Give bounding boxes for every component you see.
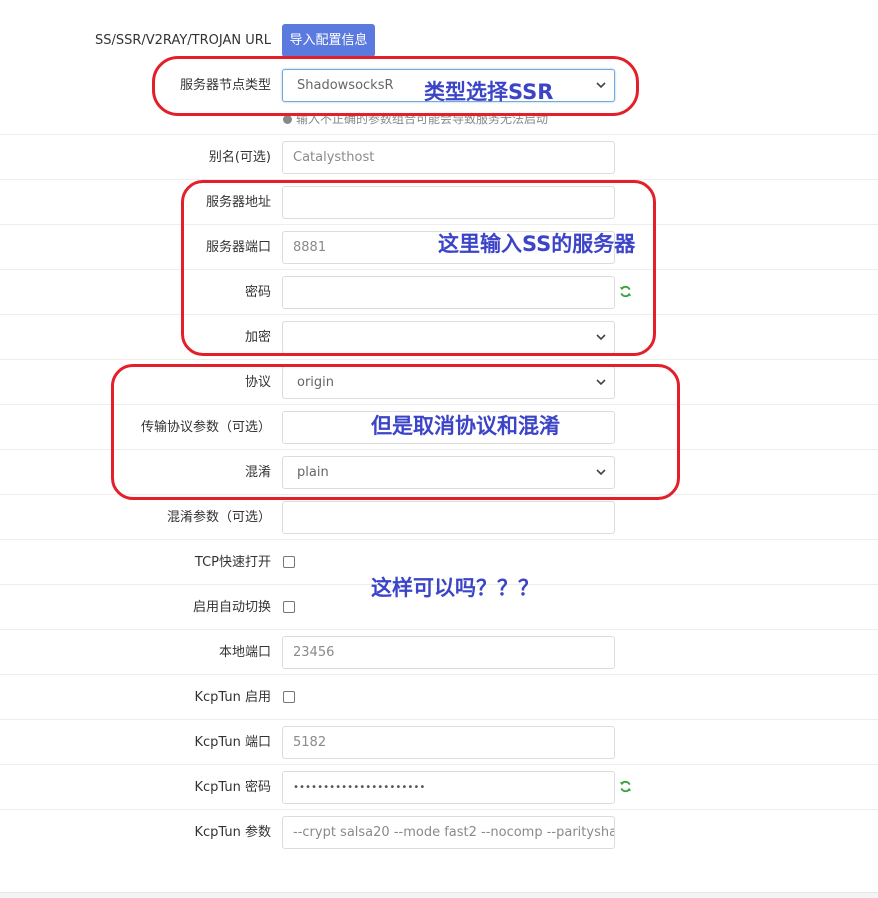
row-kcptun-enable: KcpTun 启用 bbox=[0, 674, 878, 719]
import-config-button[interactable]: 导入配置信息 bbox=[282, 24, 375, 57]
auto-switch-label: 启用自动切换 bbox=[192, 600, 271, 615]
row-kcptun-port: KcpTun 端口 5182 bbox=[0, 719, 878, 764]
info-icon bbox=[283, 115, 292, 124]
annotation-type-note: 类型选择SSR bbox=[424, 80, 554, 104]
refresh-icon[interactable] bbox=[619, 780, 632, 793]
annotation-question: 这样可以吗？？？ bbox=[371, 576, 539, 600]
kcptun-port-label: KcpTun 端口 bbox=[194, 735, 271, 750]
row-kcptun-password: KcpTun 密码 •••••••••••••••••••••• bbox=[0, 764, 878, 809]
page-footer-divider bbox=[0, 892, 878, 898]
kcptun-port-input[interactable]: 5182 bbox=[282, 726, 615, 759]
auto-switch-checkbox[interactable] bbox=[283, 601, 295, 613]
obfs-param-label: 混淆参数（可选） bbox=[166, 510, 271, 525]
kcptun-param-input[interactable]: --crypt salsa20 --mode fast2 --nocomp --… bbox=[282, 816, 615, 849]
kcptun-enable-label: KcpTun 启用 bbox=[194, 690, 271, 705]
alias-input[interactable]: Catalysthost bbox=[282, 141, 615, 174]
import-label: SS/SSR/V2RAY/TROJAN URL bbox=[94, 33, 271, 48]
obfs-param-input[interactable] bbox=[282, 501, 615, 534]
annotation-box-node-type bbox=[152, 56, 639, 116]
alias-label: 别名(可选) bbox=[208, 150, 271, 165]
tcp-fast-open-label: TCP快速打开 bbox=[194, 555, 271, 570]
row-alias: 别名(可选) Catalysthost bbox=[0, 134, 878, 179]
tcp-fast-open-checkbox[interactable] bbox=[283, 556, 295, 568]
kcptun-password-input[interactable]: •••••••••••••••••••••• bbox=[282, 771, 615, 804]
annotation-server-note: 这里输入SS的服务器 bbox=[438, 232, 636, 256]
row-obfs-param: 混淆参数（可选） bbox=[0, 494, 878, 539]
row-local-port: 本地端口 23456 bbox=[0, 629, 878, 674]
kcptun-password-label: KcpTun 密码 bbox=[194, 780, 271, 795]
annotation-box-server bbox=[181, 180, 656, 356]
local-port-input[interactable]: 23456 bbox=[282, 636, 615, 669]
local-port-label: 本地端口 bbox=[218, 645, 271, 660]
kcptun-enable-checkbox[interactable] bbox=[283, 691, 295, 703]
kcptun-param-label: KcpTun 参数 bbox=[194, 825, 271, 840]
row-kcptun-param: KcpTun 参数 --crypt salsa20 --mode fast2 -… bbox=[0, 809, 878, 854]
annotation-protocol-note: 但是取消协议和混淆 bbox=[371, 414, 560, 438]
